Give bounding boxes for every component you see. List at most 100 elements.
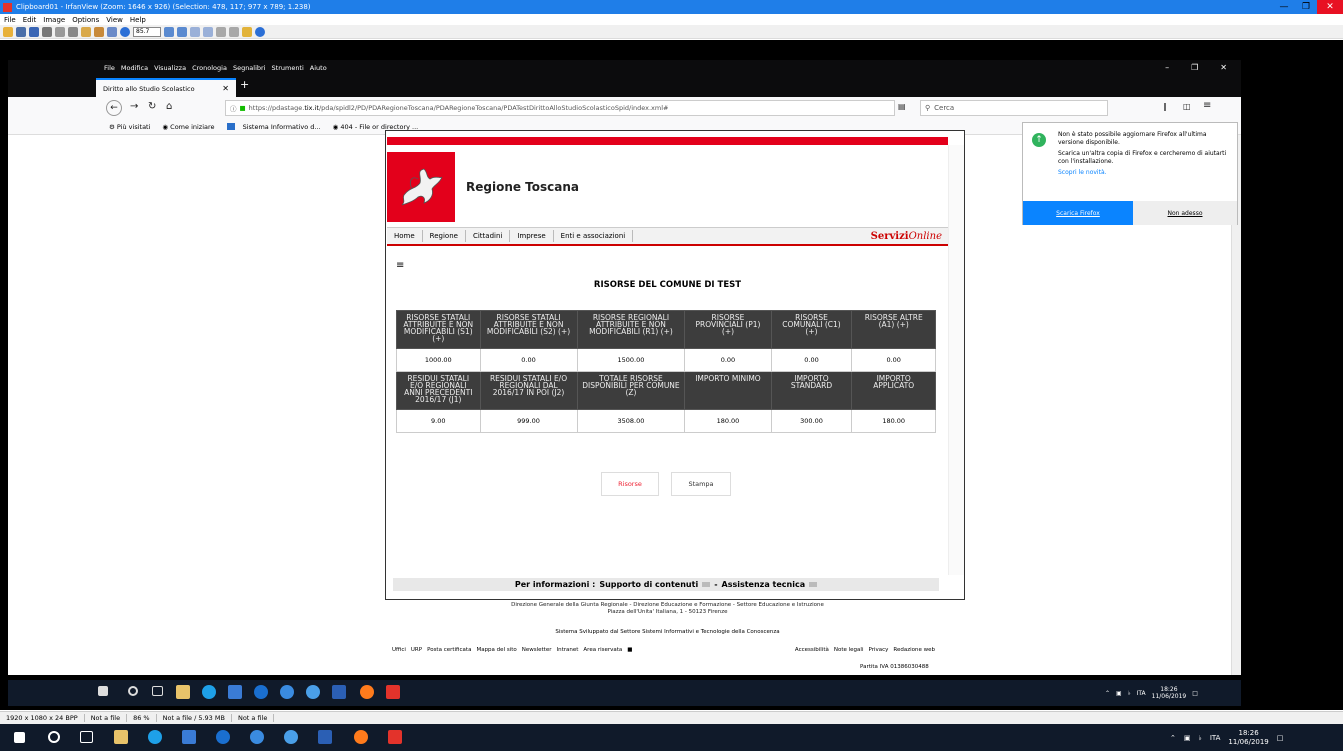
link-intranet[interactable]: Intranet <box>556 647 578 653</box>
file-explorer-icon[interactable] <box>228 685 242 699</box>
settings-icon[interactable] <box>242 26 252 37</box>
nav-cittadini[interactable]: Cittadini <box>466 230 511 242</box>
link-privacy[interactable]: Privacy <box>868 647 888 653</box>
edge-icon[interactable] <box>148 730 162 744</box>
tab-close-icon[interactable]: ✕ <box>222 84 229 93</box>
internet-explorer-icon[interactable] <box>216 730 230 744</box>
forward-icon[interactable]: → <box>130 101 138 112</box>
zoom-out-icon[interactable] <box>177 26 187 37</box>
tab-diritto-allo-studio[interactable]: Diritto allo Studio Scolastico ✕ <box>96 78 236 97</box>
word-icon[interactable] <box>332 685 346 699</box>
irfanview-icon[interactable] <box>386 685 400 699</box>
tray-clock[interactable]: 18:26 11/06/2019 <box>1228 729 1268 747</box>
delete-icon[interactable] <box>55 26 65 37</box>
notifications-icon[interactable]: □ <box>1277 734 1284 742</box>
print-icon[interactable] <box>42 26 52 37</box>
ff-menu-file[interactable]: File <box>104 64 115 72</box>
ff-menu-visualizza[interactable]: Visualizza <box>154 64 186 72</box>
menu-help[interactable]: Help <box>130 16 146 24</box>
rotate-left-icon[interactable] <box>216 26 226 37</box>
undo-icon[interactable] <box>107 26 117 37</box>
nav-imprese[interactable]: Imprese <box>510 230 554 242</box>
firefox-icon[interactable] <box>360 685 374 699</box>
whats-new-link[interactable]: Scopri le novità. <box>1058 169 1228 177</box>
copy-icon[interactable] <box>81 26 91 37</box>
rotate-right-icon[interactable] <box>229 26 239 37</box>
servizi-online-logo[interactable]: ServiziOnline <box>871 231 942 242</box>
regione-toscana-logo[interactable] <box>387 152 455 222</box>
network-tray-icon[interactable]: ▣ <box>1184 734 1191 742</box>
sidebar-icon[interactable]: ◫ <box>1183 102 1191 111</box>
link-accessibilita[interactable]: Accessibilità <box>795 647 829 653</box>
reload-icon[interactable]: ↻ <box>148 101 156 112</box>
slideshow-icon[interactable] <box>16 26 26 37</box>
search-bar[interactable]: ⚲ Cerca <box>920 100 1108 116</box>
tray-chevron-icon[interactable]: ⌃ <box>1105 690 1110 697</box>
menu-image[interactable]: Image <box>43 16 65 24</box>
library-icon[interactable]: ‖ <box>1163 102 1167 111</box>
ff-minimize-icon[interactable]: – <box>1165 63 1169 72</box>
ff-menu-strumenti[interactable]: Strumenti <box>272 64 304 72</box>
nav-enti[interactable]: Enti e associazioni <box>554 230 634 242</box>
link-mappa-sito[interactable]: Mappa del sito <box>476 647 516 653</box>
bookmark-getting-started[interactable]: ◉ Come iniziare <box>162 123 220 131</box>
notifications-icon[interactable]: □ <box>1192 690 1198 697</box>
nav-home[interactable]: Home <box>387 230 423 242</box>
file-explorer-icon[interactable] <box>182 730 196 744</box>
windows-start-icon[interactable] <box>14 732 25 743</box>
windows-start-icon[interactable] <box>98 686 108 696</box>
ff-menu-aiuto[interactable]: Aiuto <box>310 64 327 72</box>
save-icon[interactable] <box>29 26 39 37</box>
bookmark-most-visited[interactable]: ⚙ Più visitati <box>109 123 156 131</box>
network-icon[interactable] <box>250 730 264 744</box>
maximize-button[interactable]: ❐ <box>1295 0 1317 14</box>
volume-icon[interactable]: ♭ <box>1199 734 1202 742</box>
word-icon[interactable] <box>318 730 332 744</box>
site-info-icon[interactable]: ⓘ <box>230 103 237 113</box>
menu-toggle-icon[interactable]: ≡ <box>396 260 404 271</box>
store-icon[interactable] <box>176 685 190 699</box>
task-view-icon[interactable] <box>152 686 163 696</box>
task-view-icon[interactable] <box>80 731 93 743</box>
firefox-icon[interactable] <box>354 730 368 744</box>
menu-view[interactable]: View <box>106 16 123 24</box>
site-brand[interactable]: Regione Toscana <box>466 180 579 194</box>
minimize-button[interactable]: — <box>1273 0 1295 14</box>
bookmark-sistema-informativo[interactable]: Sistema Informativo d... <box>226 123 327 131</box>
ff-maximize-icon[interactable]: ❐ <box>1191 63 1198 72</box>
link-uffici[interactable]: Uffici <box>392 647 406 653</box>
zoom-in-icon[interactable] <box>164 26 174 37</box>
zoom-select[interactable]: 85.7 <box>133 26 161 37</box>
download-firefox-button[interactable]: Scarica Firefox <box>1023 201 1133 225</box>
nav-regione[interactable]: Regione <box>423 230 466 242</box>
search-icon[interactable] <box>128 686 138 696</box>
ff-menu-cronologia[interactable]: Cronologia <box>192 64 227 72</box>
info-icon[interactable] <box>120 26 130 37</box>
paste-icon[interactable] <box>94 26 104 37</box>
risorse-button[interactable]: Risorse <box>601 472 659 496</box>
url-bar[interactable]: ⓘ ■ https://pdastage. tix.it/pda/spidl2/P… <box>225 100 895 116</box>
tray-language[interactable]: ITA <box>1137 690 1146 697</box>
prev-icon[interactable] <box>190 26 200 37</box>
link-area-riservata[interactable]: Area riservata <box>583 647 622 653</box>
menu-options[interactable]: Options <box>72 16 99 24</box>
reader-view-icon[interactable]: ▤ <box>898 102 906 111</box>
home-icon[interactable]: ⌂ <box>166 101 172 112</box>
tray-clock[interactable]: 18:26 11/06/2019 <box>1152 686 1187 700</box>
link-posta-certificata[interactable]: Posta certificata <box>427 647 471 653</box>
edge-icon[interactable] <box>202 685 216 699</box>
open-folder-icon[interactable] <box>3 26 13 37</box>
tray-chevron-icon[interactable]: ⌃ <box>1170 734 1176 742</box>
tech-support-link[interactable]: Assistenza tecnica <box>722 580 806 589</box>
support-link[interactable]: Supporto di contenuti <box>599 580 698 589</box>
ff-menu-modifica[interactable]: Modifica <box>121 64 148 72</box>
store-icon[interactable] <box>114 730 128 744</box>
tray-language[interactable]: ITA <box>1210 734 1221 742</box>
search-icon[interactable] <box>48 731 60 743</box>
link-redazione-web[interactable]: Redazione web <box>893 647 935 653</box>
new-tab-icon[interactable]: + <box>240 78 254 94</box>
menu-edit[interactable]: Edit <box>23 16 37 24</box>
internet-explorer-icon[interactable] <box>254 685 268 699</box>
cut-icon[interactable] <box>68 26 78 37</box>
back-icon[interactable]: ← <box>106 100 122 116</box>
